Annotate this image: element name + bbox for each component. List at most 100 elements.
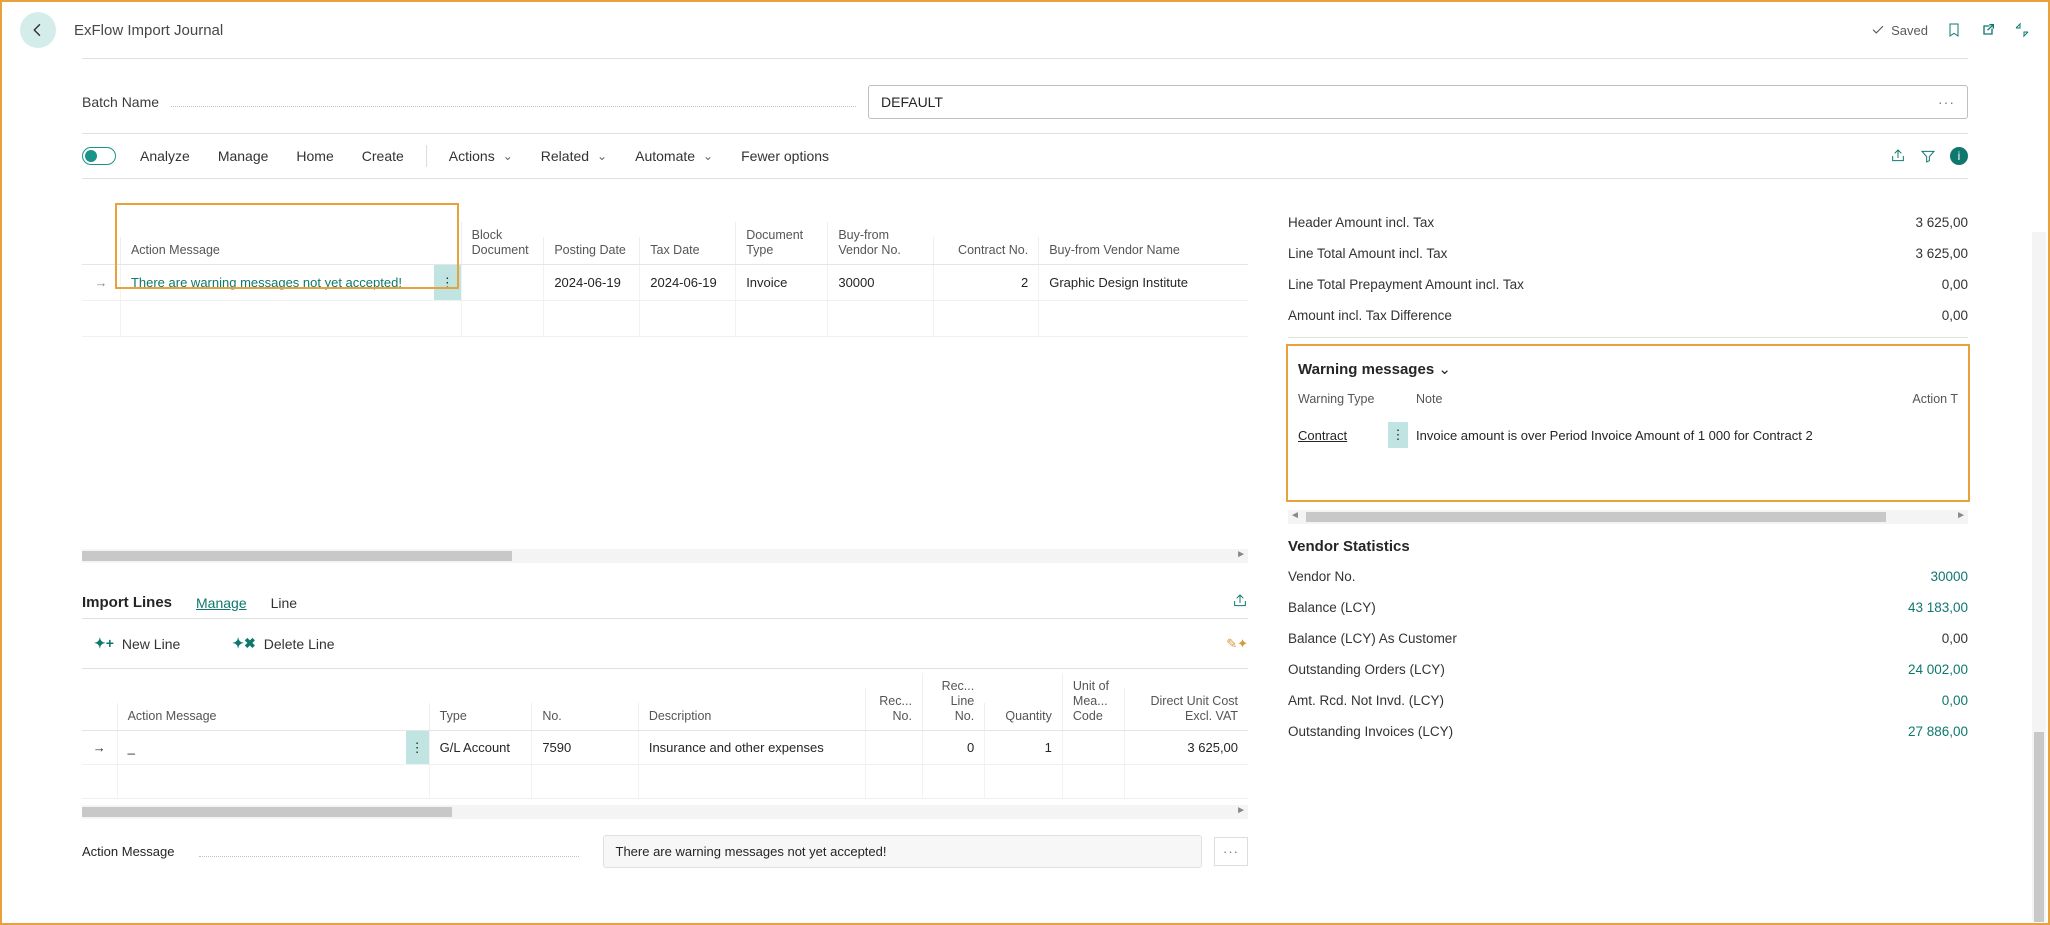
col-document-type[interactable]: Document Type	[735, 222, 827, 264]
ilc-rec-line-no[interactable]: 0	[922, 731, 984, 764]
warn-col-note[interactable]: Note	[1416, 392, 1878, 406]
warning-messages-title[interactable]: Warning messages ⌄	[1294, 356, 1962, 388]
ilh-description[interactable]: Description	[638, 703, 866, 730]
ilh-uom[interactable]: Unit of Mea... Code	[1062, 673, 1124, 730]
ilh-no[interactable]: No.	[531, 703, 638, 730]
ilh-rec-line-no[interactable]: Rec... Line No.	[922, 673, 984, 730]
vs-balance-label: Balance (LCY)	[1288, 600, 1376, 615]
ilh-type[interactable]: Type	[429, 703, 532, 730]
col-action-message[interactable]: Action Message	[120, 237, 434, 264]
warning-type-link[interactable]: Contract	[1298, 428, 1347, 443]
cmd-manage[interactable]: Manage	[206, 142, 281, 170]
collapse-icon[interactable]	[2014, 22, 2030, 38]
cell-block-document[interactable]	[461, 265, 544, 300]
ilc-no[interactable]: 7590	[531, 731, 638, 764]
grid-row[interactable]: → There are warning messages not yet acc…	[82, 265, 1248, 301]
cell-vendor-name[interactable]: Graphic Design Institute	[1038, 265, 1248, 300]
ilh-quantity[interactable]: Quantity	[984, 703, 1062, 730]
import-line-row-empty	[82, 765, 1248, 799]
ilc-uom[interactable]	[1062, 731, 1124, 764]
ilh-cost[interactable]: Direct Unit Cost Excl. VAT	[1124, 688, 1248, 730]
import-line-row[interactable]: → _ ⋮ G/L Account 7590 Insurance and oth…	[82, 731, 1248, 765]
col-buy-from-vendor-name[interactable]: Buy-from Vendor Name	[1038, 237, 1248, 264]
ilc-description[interactable]: Insurance and other expenses	[638, 731, 866, 764]
ilc-action-message[interactable]: _	[117, 731, 406, 764]
page-vertical-scrollbar[interactable]	[2032, 232, 2046, 921]
ilc-rec-no[interactable]	[865, 731, 922, 764]
cmd-automate[interactable]: Automate	[623, 142, 725, 170]
action-message-footer-more-icon[interactable]: ···	[1214, 837, 1248, 866]
filter-icon[interactable]	[1920, 148, 1936, 164]
vs-amt-rcd-label: Amt. Rcd. Not Invd. (LCY)	[1288, 693, 1444, 708]
warn-col-actiont[interactable]: Action T	[1878, 392, 1958, 406]
cmd-fewer-options[interactable]: Fewer options	[729, 142, 841, 170]
line-prepay-label: Line Total Prepayment Amount incl. Tax	[1288, 277, 1524, 292]
check-icon	[1871, 23, 1885, 37]
col-buy-from-vendor-no[interactable]: Buy-from Vendor No.	[827, 222, 932, 264]
line-total-label: Line Total Amount incl. Tax	[1288, 246, 1447, 261]
cell-tax-date[interactable]: 2024-06-19	[639, 265, 735, 300]
cell-posting-date[interactable]: 2024-06-19	[543, 265, 639, 300]
cell-vendor-no[interactable]: 30000	[827, 265, 932, 300]
bookmark-icon[interactable]	[1946, 22, 1962, 38]
saved-label: Saved	[1891, 23, 1928, 38]
col-tax-date[interactable]: Tax Date	[639, 237, 735, 264]
info-icon[interactable]: i	[1950, 147, 1968, 165]
analyze-toggle[interactable]	[82, 147, 116, 165]
saved-indicator: Saved	[1871, 23, 1928, 38]
cmd-create[interactable]: Create	[350, 142, 416, 170]
warnings-horizontal-scrollbar[interactable]: ◄►	[1288, 510, 1968, 524]
cmd-analyze[interactable]: Analyze	[128, 142, 202, 170]
page-title: ExFlow Import Journal	[74, 22, 223, 39]
action-message-footer-value: There are warning messages not yet accep…	[603, 835, 1203, 868]
cmd-home[interactable]: Home	[284, 142, 345, 170]
import-lines-horizontal-scrollbar[interactable]: ◄►	[82, 805, 1248, 819]
ilc-cost[interactable]: 3 625,00	[1124, 731, 1248, 764]
col-contract-no[interactable]: Contract No.	[933, 237, 1038, 264]
warning-row[interactable]: Contract ⋮ Invoice amount is over Period…	[1294, 416, 1962, 454]
action-message-footer-label: Action Message	[82, 844, 175, 859]
tab-line[interactable]: Line	[271, 595, 297, 611]
vs-balance-cust-value: 0,00	[1942, 631, 1968, 646]
vs-outstanding-orders-value[interactable]: 24 002,00	[1908, 662, 1968, 677]
import-lines-title: Import Lines	[82, 594, 172, 611]
separator	[426, 145, 427, 167]
col-block-document[interactable]: Block Document	[461, 222, 544, 264]
grid-horizontal-scrollbar[interactable]: ◄►	[82, 549, 1248, 563]
cell-document-type[interactable]: Invoice	[735, 265, 827, 300]
vs-outstanding-inv-value[interactable]: 27 886,00	[1908, 724, 1968, 739]
row-menu-button[interactable]: ⋮	[434, 265, 461, 300]
vs-balance-value[interactable]: 43 183,00	[1908, 600, 1968, 615]
batch-name-value: DEFAULT	[881, 94, 943, 110]
back-button[interactable]	[20, 12, 56, 48]
batch-name-lookup-icon[interactable]: ···	[1938, 94, 1955, 110]
warning-messages-section: Warning messages ⌄ Warning Type Note Act…	[1286, 344, 1970, 502]
amount-diff-value: 0,00	[1942, 308, 1968, 323]
vs-vendor-no-value[interactable]: 30000	[1930, 569, 1968, 584]
warning-row-date-menu[interactable]: ⋮	[1388, 422, 1408, 448]
new-line-button[interactable]: ✦+New Line	[82, 629, 192, 658]
amount-diff-label: Amount incl. Tax Difference	[1288, 308, 1452, 323]
ilc-quantity[interactable]: 1	[984, 731, 1062, 764]
action-message-link[interactable]: There are warning messages not yet accep…	[131, 275, 402, 290]
ilh-action-message[interactable]: Action Message	[117, 703, 406, 730]
col-posting-date[interactable]: Posting Date	[543, 237, 639, 264]
warn-col-type[interactable]: Warning Type	[1298, 392, 1388, 406]
share-icon[interactable]	[1890, 148, 1906, 164]
delete-line-button[interactable]: ✦✖Delete Line	[220, 629, 346, 658]
il-row-menu-button[interactable]: ⋮	[406, 731, 429, 764]
vs-outstanding-inv-label: Outstanding Invoices (LCY)	[1288, 724, 1453, 739]
batch-name-input[interactable]: DEFAULT ···	[868, 85, 1968, 119]
vs-balance-cust-label: Balance (LCY) As Customer	[1288, 631, 1457, 646]
il-row-indicator-icon: →	[82, 740, 117, 755]
import-lines-share-icon[interactable]	[1232, 593, 1248, 612]
ilh-rec-no[interactable]: Rec... No.	[865, 688, 922, 730]
ilc-type[interactable]: G/L Account	[429, 731, 532, 764]
tab-manage[interactable]: Manage	[196, 595, 247, 611]
cmd-actions[interactable]: Actions	[437, 142, 525, 170]
cmd-related[interactable]: Related	[529, 142, 619, 170]
sparkle-icon[interactable]: ✎✦	[1226, 636, 1248, 652]
vs-amt-rcd-value[interactable]: 0,00	[1942, 693, 1968, 708]
open-new-window-icon[interactable]	[1980, 22, 1996, 38]
cell-contract-no[interactable]: 2	[933, 265, 1038, 300]
